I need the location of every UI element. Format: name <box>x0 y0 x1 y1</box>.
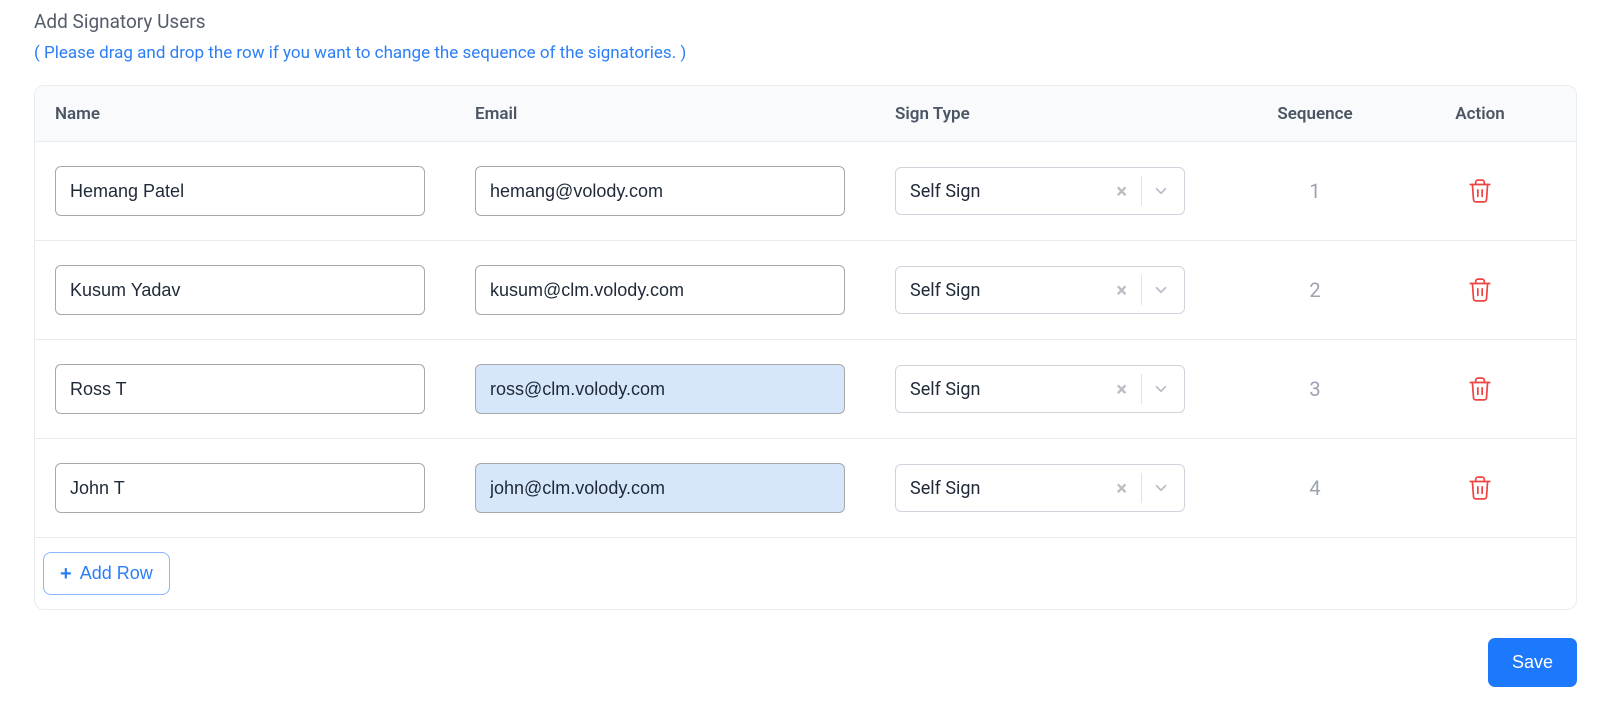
clear-icon[interactable]: × <box>1108 278 1135 302</box>
email-input[interactable] <box>475 166 845 216</box>
sign-type-label: Self Sign <box>910 181 1108 202</box>
name-input[interactable] <box>55 463 425 513</box>
col-name: Name <box>55 104 475 124</box>
table-row[interactable]: Self Sign × 4 <box>35 439 1576 538</box>
chevron-down-icon[interactable] <box>1148 281 1174 299</box>
plus-icon: + <box>60 564 72 584</box>
col-sign-type: Sign Type <box>895 104 1225 124</box>
sign-type-label: Self Sign <box>910 379 1108 400</box>
sign-type-label: Self Sign <box>910 280 1108 301</box>
chevron-down-icon[interactable] <box>1148 182 1174 200</box>
sign-type-label: Self Sign <box>910 478 1108 499</box>
signatory-table: Name Email Sign Type Sequence Action Sel… <box>34 85 1577 610</box>
add-row-label: Add Row <box>80 563 153 584</box>
name-input[interactable] <box>55 166 425 216</box>
trash-icon <box>1467 178 1493 204</box>
save-button[interactable]: Save <box>1488 638 1577 687</box>
clear-icon[interactable]: × <box>1108 377 1135 401</box>
add-row-button[interactable]: + Add Row <box>43 552 170 595</box>
sequence-value: 4 <box>1225 476 1405 500</box>
chevron-down-icon[interactable] <box>1148 380 1174 398</box>
email-input[interactable] <box>475 265 845 315</box>
sequence-value: 2 <box>1225 278 1405 302</box>
col-email: Email <box>475 104 895 124</box>
name-input[interactable] <box>55 265 425 315</box>
sign-type-select[interactable]: Self Sign × <box>895 365 1185 413</box>
name-input[interactable] <box>55 364 425 414</box>
sign-type-select[interactable]: Self Sign × <box>895 464 1185 512</box>
email-input[interactable] <box>475 463 845 513</box>
clear-icon[interactable]: × <box>1108 476 1135 500</box>
sign-type-select[interactable]: Self Sign × <box>895 167 1185 215</box>
clear-icon[interactable]: × <box>1108 179 1135 203</box>
sequence-value: 1 <box>1225 179 1405 203</box>
table-row[interactable]: Self Sign × 2 <box>35 241 1576 340</box>
col-sequence: Sequence <box>1225 104 1405 124</box>
table-row[interactable]: Self Sign × 1 <box>35 142 1576 241</box>
sign-type-select[interactable]: Self Sign × <box>895 266 1185 314</box>
delete-button[interactable] <box>1461 370 1499 408</box>
trash-icon <box>1467 475 1493 501</box>
table-row[interactable]: Self Sign × 3 <box>35 340 1576 439</box>
table-header: Name Email Sign Type Sequence Action <box>35 86 1576 142</box>
hint-text: ( Please drag and drop the row if you wa… <box>34 43 1577 63</box>
trash-icon <box>1467 376 1493 402</box>
trash-icon <box>1467 277 1493 303</box>
col-action: Action <box>1405 104 1555 124</box>
chevron-down-icon[interactable] <box>1148 479 1174 497</box>
delete-button[interactable] <box>1461 469 1499 507</box>
page-title: Add Signatory Users <box>34 10 1577 33</box>
sequence-value: 3 <box>1225 377 1405 401</box>
delete-button[interactable] <box>1461 172 1499 210</box>
email-input[interactable] <box>475 364 845 414</box>
delete-button[interactable] <box>1461 271 1499 309</box>
